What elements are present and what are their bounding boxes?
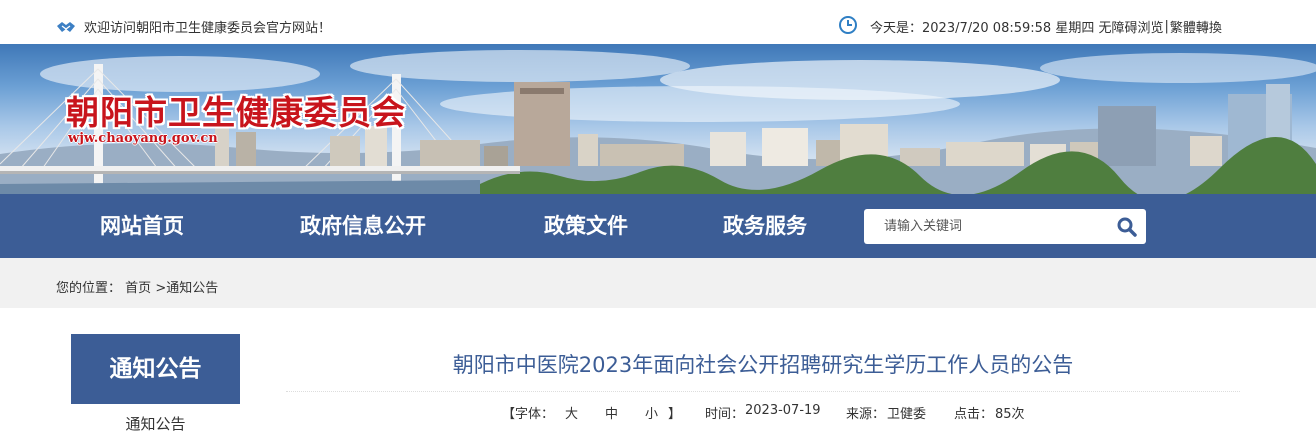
title-divider bbox=[286, 391, 1240, 392]
nav-item-home[interactable]: 网站首页 bbox=[100, 194, 184, 258]
search-input[interactable] bbox=[884, 209, 1104, 244]
font-size-label: 【字体： bbox=[502, 407, 555, 422]
publish-time-label: 时间： bbox=[705, 407, 745, 422]
banner: 朝阳市卫生健康委员会 wjw.chaoyang.gov.cn bbox=[0, 44, 1316, 194]
date-prefix: 今天是： bbox=[870, 21, 923, 36]
accessible-browse-link[interactable]: 无障碍浏览 bbox=[1098, 17, 1163, 36]
date-display: 今天是： 2023/7/20 08:59:58 星期四 无障碍浏览 | 繁體轉換 bbox=[838, 16, 1222, 36]
article-title: 朝阳市中医院2023年面向社会公开招聘研究生学历工作人员的公告 bbox=[452, 353, 1074, 377]
main-nav: 网站首页 政府信息公开 政策文件 政务服务 bbox=[0, 194, 1316, 258]
breadcrumb-home-link[interactable]: 首页 bbox=[125, 281, 151, 296]
site-url: wjw.chaoyang.gov.cn bbox=[68, 131, 218, 146]
breadcrumb-bar: 您的位置： 首页 >通知公告 bbox=[0, 258, 1316, 308]
nav-item-gov-services[interactable]: 政务服务 bbox=[723, 194, 807, 258]
clock-icon bbox=[839, 16, 857, 34]
breadcrumb-arrow: > bbox=[155, 281, 167, 296]
breadcrumb-prefix: 您的位置： bbox=[56, 281, 122, 296]
nav-item-gov-info[interactable]: 政府信息公开 bbox=[300, 194, 426, 258]
font-size-medium-button[interactable]: 中 bbox=[605, 403, 618, 422]
welcome-text: 欢迎访问朝阳市卫生健康委员会官方网站！ bbox=[84, 21, 332, 36]
traditional-chinese-link[interactable]: 繁體轉換 bbox=[1170, 17, 1222, 36]
search-icon[interactable] bbox=[1116, 216, 1138, 238]
link-separator: | bbox=[1164, 19, 1169, 34]
top-bar: 欢迎访问朝阳市卫生健康委员会官方网站！ 今天是： 2023/7/20 08:59… bbox=[0, 0, 1316, 44]
sidebar-item-notices[interactable]: 通知公告 bbox=[71, 404, 240, 444]
font-size-large-button[interactable]: 大 bbox=[565, 403, 578, 422]
publish-time: 2023-07-19 bbox=[745, 403, 821, 418]
source-value: 卫健委 bbox=[887, 407, 927, 422]
search-box bbox=[864, 209, 1146, 244]
sidebar-heading: 通知公告 bbox=[71, 334, 240, 404]
clicks-label: 点击： bbox=[954, 407, 994, 422]
font-size-close-bracket: 】 bbox=[668, 407, 682, 422]
current-datetime: 2023/7/20 08:59:58 星期四 bbox=[922, 21, 1095, 36]
font-size-small-button[interactable]: 小 bbox=[645, 403, 658, 422]
site-title: 朝阳市卫生健康委员会 bbox=[66, 93, 406, 132]
handshake-icon bbox=[57, 21, 75, 32]
breadcrumb-current-link[interactable]: 通知公告 bbox=[166, 281, 218, 296]
nav-item-policy-docs[interactable]: 政策文件 bbox=[544, 194, 628, 258]
breadcrumb: 您的位置： 首页 >通知公告 bbox=[56, 277, 218, 296]
clicks-value: 85次 bbox=[995, 407, 1025, 422]
source-label: 来源： bbox=[846, 407, 886, 422]
welcome-message: 欢迎访问朝阳市卫生健康委员会官方网站！ bbox=[56, 17, 331, 36]
